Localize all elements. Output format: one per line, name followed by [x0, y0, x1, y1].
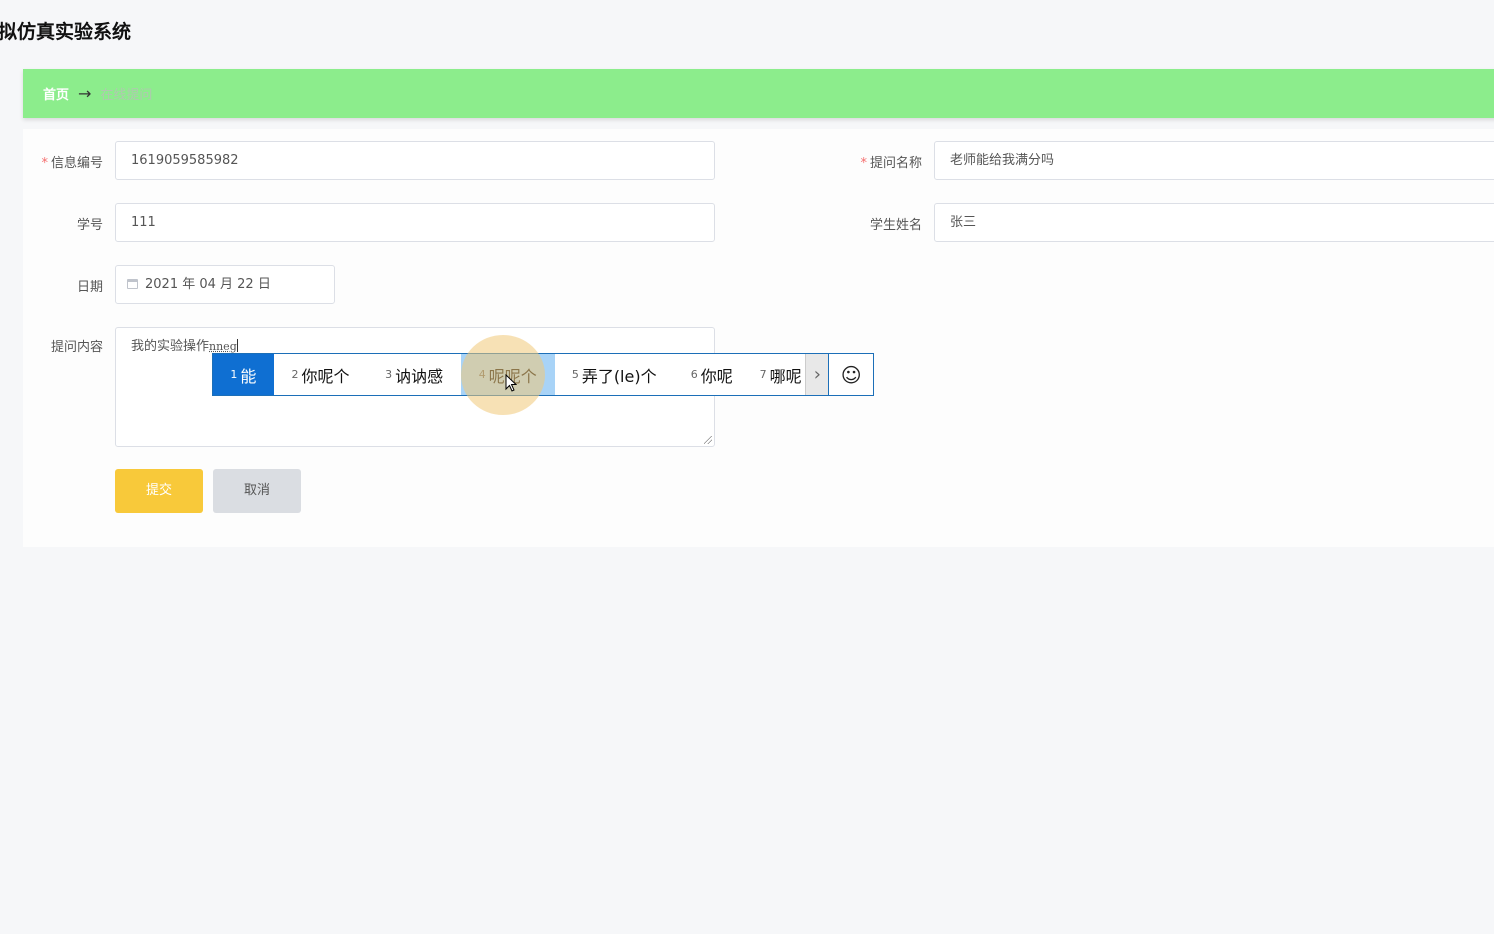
info-id-input[interactable]: 1619059585982: [115, 141, 715, 180]
ime-candidate-3[interactable]: 3 讷讷感: [367, 354, 461, 395]
student-name-label: 学生姓名: [869, 218, 922, 233]
ime-composition: nneg: [209, 340, 237, 353]
content-label: 提问内容: [50, 340, 103, 355]
student-name-input[interactable]: 张三: [934, 203, 1494, 242]
date-label: 日期: [76, 280, 103, 295]
student-no-input[interactable]: 111: [115, 203, 715, 242]
question-name-input[interactable]: 老师能给我满分吗: [934, 141, 1494, 180]
resize-handle-icon[interactable]: [704, 436, 712, 444]
question-name-label: * 提问名称: [860, 156, 922, 171]
app-title: 拟仿真实验系统: [0, 21, 132, 43]
text-caret: [236, 339, 238, 352]
ime-candidate-2[interactable]: 2 你呢个: [274, 354, 368, 395]
calendar-icon: [127, 279, 138, 289]
ime-candidate-7[interactable]: 7 哪呢: [750, 354, 806, 395]
submit-button[interactable]: 提交: [115, 469, 203, 513]
cancel-button[interactable]: 取消: [213, 469, 301, 513]
breadcrumb: 首页 → 在线提问: [23, 69, 1494, 118]
ime-candidate-6[interactable]: 6 你呢: [674, 354, 750, 395]
required-mark: *: [860, 156, 867, 171]
ime-candidate-4[interactable]: 4 呢呢个: [460, 354, 555, 395]
ime-candidate-5[interactable]: 5 弄了(le)个: [555, 354, 674, 395]
breadcrumb-home-link[interactable]: 首页: [43, 84, 69, 103]
ime-next-page-icon[interactable]: ›: [805, 354, 830, 395]
info-id-label: * 信息编号: [41, 156, 103, 171]
ime-candidate-1[interactable]: 1能: [213, 354, 274, 395]
content-text: 我的实验操作: [131, 339, 210, 354]
breadcrumb-arrow-icon: →: [78, 84, 92, 103]
date-picker[interactable]: 2021 年 04 月 22 日: [115, 265, 335, 304]
date-value: 2021 年 04 月 22 日: [145, 277, 271, 292]
ime-emoji-icon[interactable]: ☺: [829, 354, 873, 395]
student-no-label: 学号: [76, 218, 103, 233]
breadcrumb-current: 在线提问: [100, 88, 153, 103]
required-mark: *: [41, 156, 48, 171]
ime-candidate-window: 1能 2 你呢个 3 讷讷感 4 呢呢个 5 弄了(le)个 6 你呢 7 哪呢 › ☺: [212, 353, 874, 396]
